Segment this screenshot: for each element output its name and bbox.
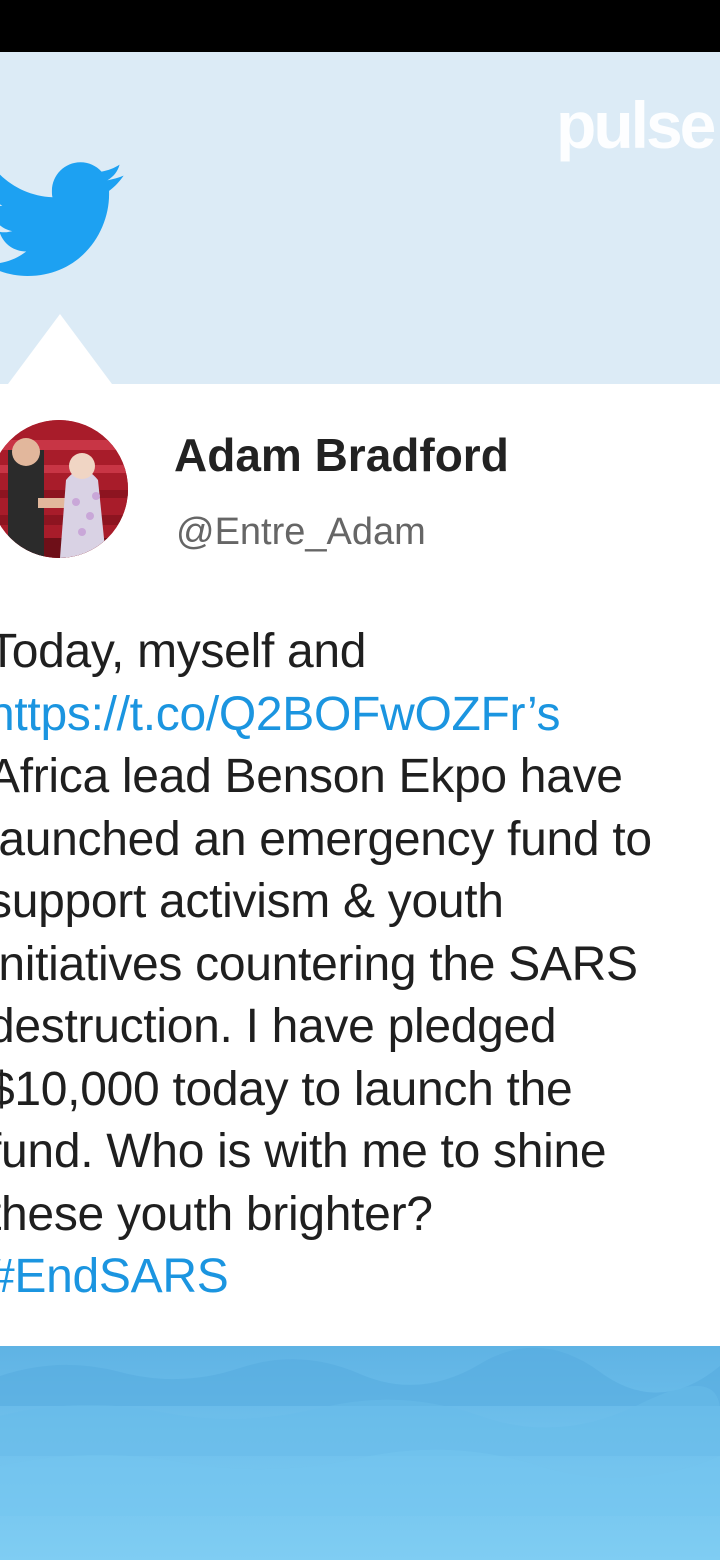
twitter-bird-icon xyxy=(0,162,124,276)
tweet-link[interactable]: https://t.co/Q2BOFwOZFr’s xyxy=(0,684,720,747)
tweet-line: launched an emergency fund to xyxy=(0,812,652,866)
cloud-pattern xyxy=(0,1347,720,1516)
tweet-line: initiatives countering the SARS xyxy=(0,937,638,991)
tweet-text: Today, myself and https://t.co/Q2BOFwOZF… xyxy=(0,621,720,1309)
tweet-line: $10,000 today to launch the xyxy=(0,1062,573,1116)
tweet-line: Today, myself and xyxy=(0,625,367,678)
tweet-line: these youth brighter? xyxy=(0,1187,433,1241)
author-handle[interactable]: @Entre_Adam xyxy=(176,513,426,551)
tweet-line: support activism & youth xyxy=(0,875,504,928)
author-display-name[interactable]: Adam Bradford xyxy=(174,432,509,478)
tweet-line: destruction. I have pledged xyxy=(0,1000,557,1053)
tweet-line: fund. Who is with me to shine xyxy=(0,1125,607,1178)
status-bar xyxy=(0,0,720,52)
tweet-line: Africa lead Benson Ekpo have xyxy=(0,750,623,803)
card-pointer xyxy=(8,314,112,384)
hashtag-link[interactable]: #EndSARS xyxy=(0,1246,720,1309)
footer-background xyxy=(0,1346,720,1560)
screen: pulse Adam Bradford @Entre_Adam Today, m… xyxy=(0,0,720,1560)
pulse-watermark-logo: pulse xyxy=(556,88,716,162)
